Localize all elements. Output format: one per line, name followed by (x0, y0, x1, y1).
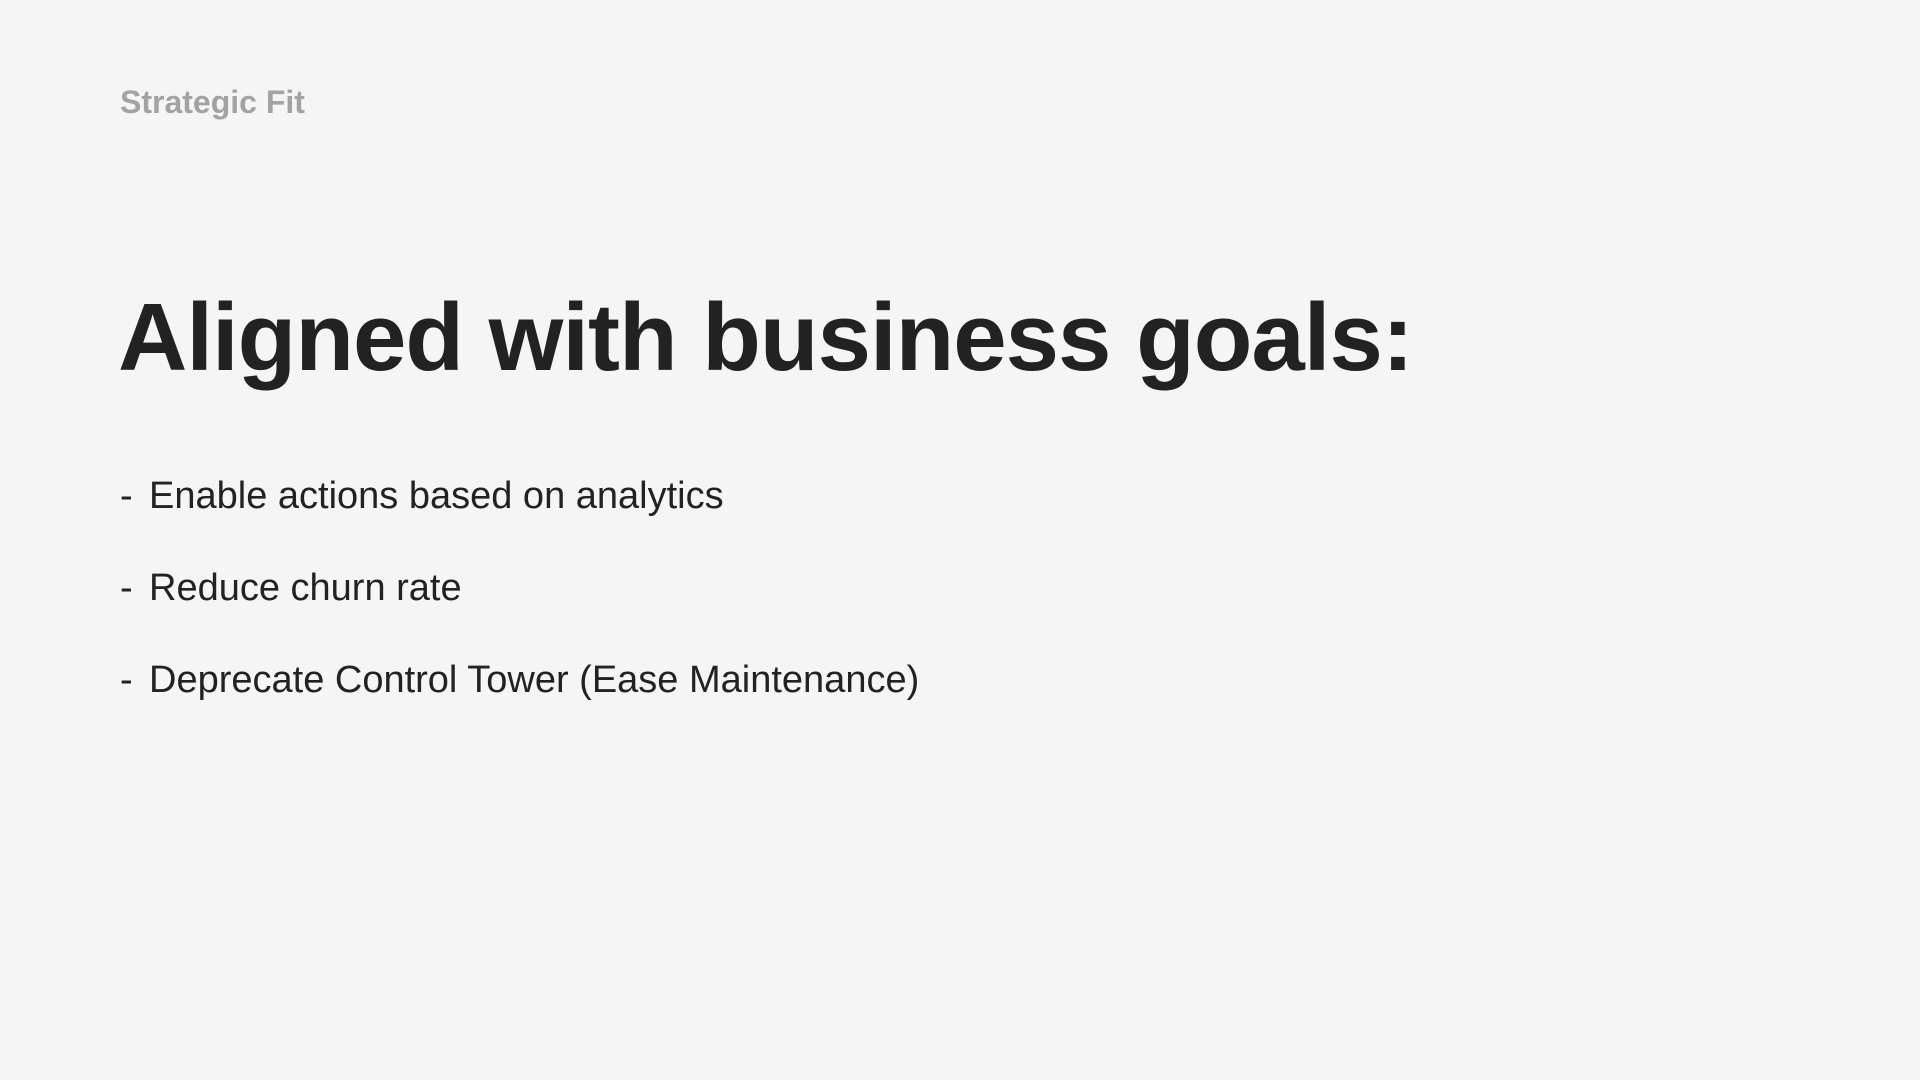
goal-item-control-tower: - Deprecate Control Tower (Ease Maintena… (120, 661, 919, 753)
goal-item-churn: - Reduce churn rate (120, 569, 919, 661)
business-goals-list: - Enable actions based on analytics - Re… (120, 477, 919, 753)
goal-text: Enable actions based on analytics (149, 475, 724, 517)
presentation-slide: Strategic Fit Aligned with business goal… (0, 0, 1920, 1080)
goal-marker: - (120, 659, 133, 701)
goal-marker: - (120, 567, 133, 609)
goal-marker: - (120, 475, 133, 517)
slide-section-label: Strategic Fit (120, 84, 305, 120)
goal-text: Deprecate Control Tower (Ease Maintenanc… (149, 659, 920, 701)
goal-item-analytics: - Enable actions based on analytics (120, 477, 919, 569)
goal-text: Reduce churn rate (149, 567, 462, 609)
slide-headline: Aligned with business goals: (118, 284, 1414, 391)
